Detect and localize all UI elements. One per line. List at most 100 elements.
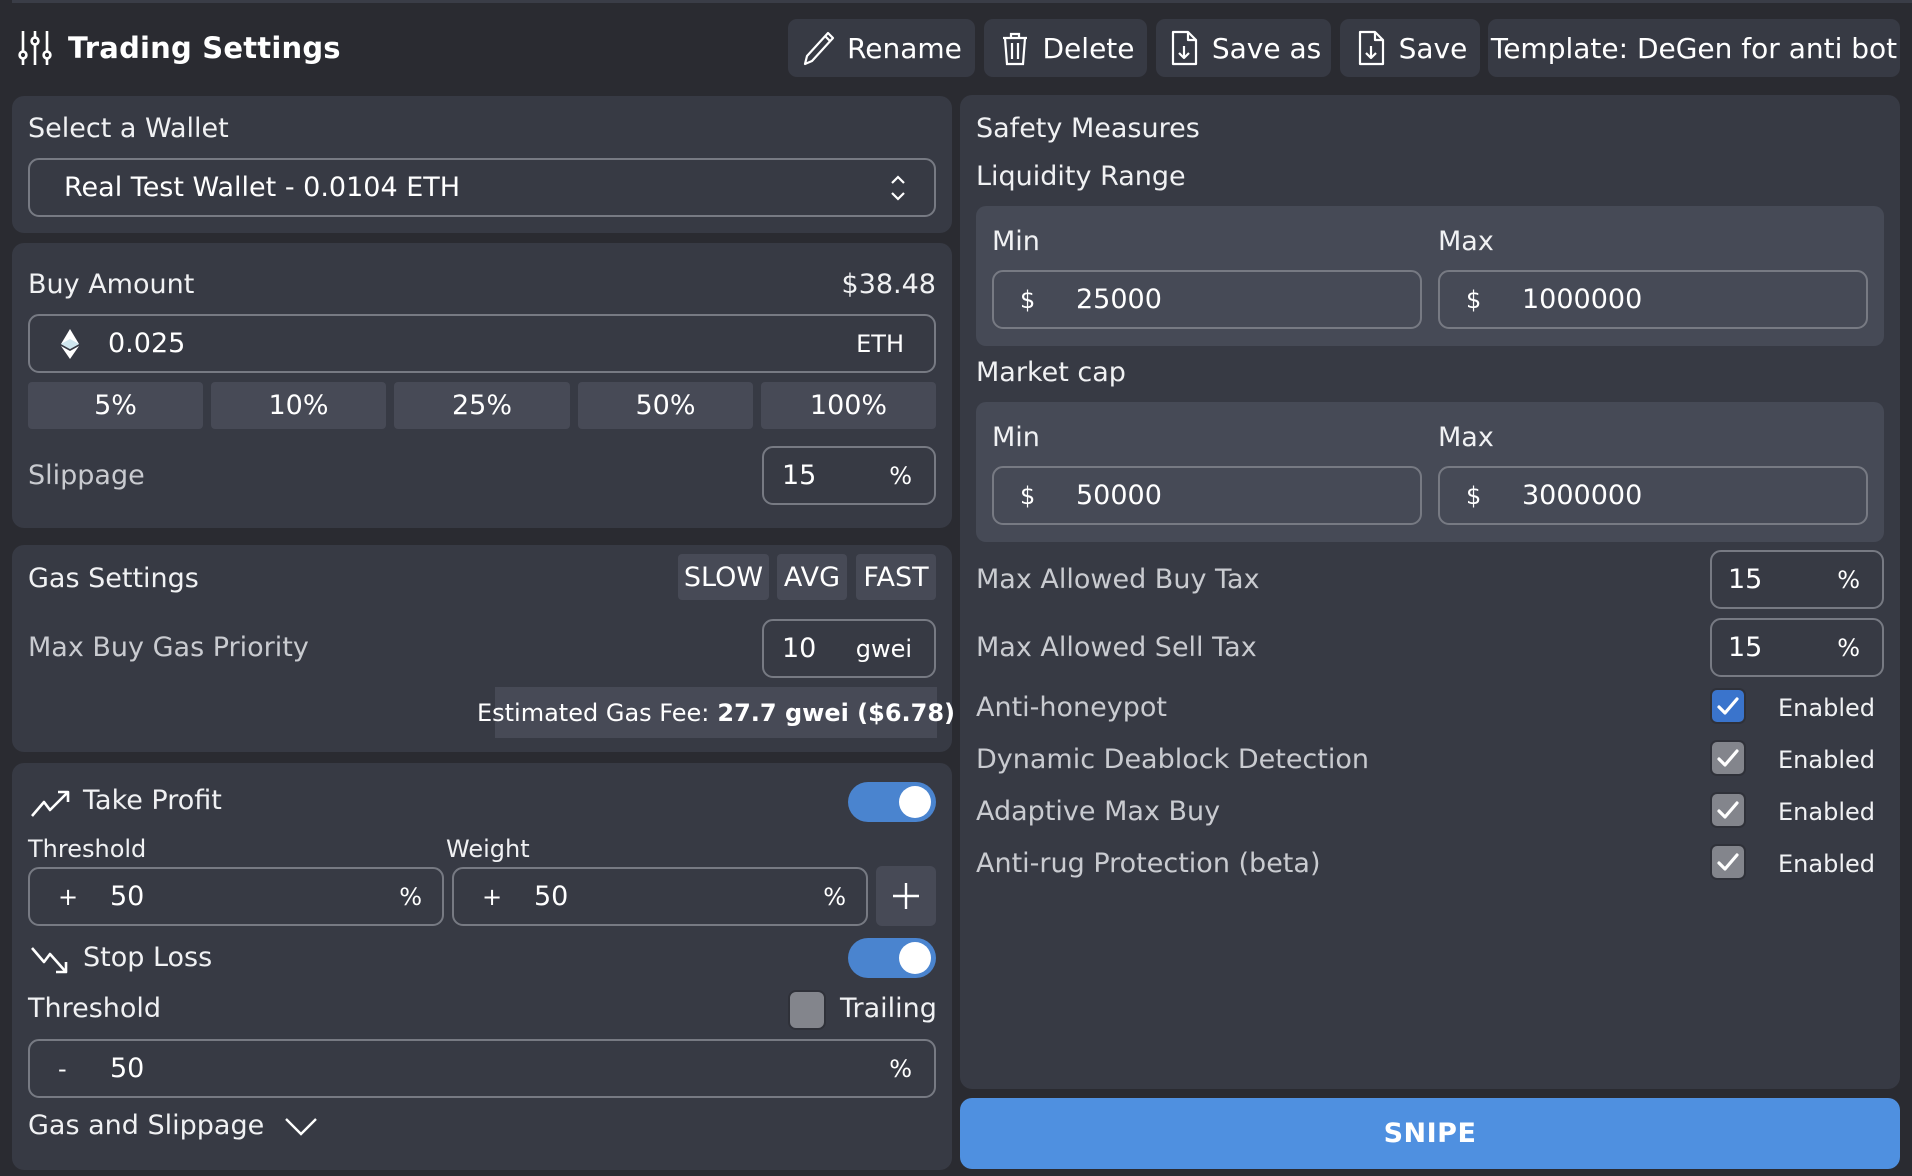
preset-5-button[interactable]: 5% (28, 382, 203, 429)
save-as-button[interactable]: Save as (1156, 19, 1331, 77)
max-gas-priority-label: Max Buy Gas Priority (28, 632, 309, 663)
wallet-select[interactable]: Real Test Wallet - 0.0104 ETH (28, 158, 936, 217)
buy-tax-input[interactable]: 15 % (1710, 550, 1884, 609)
add-take-profit-button[interactable] (876, 866, 936, 926)
estimated-gas-label: Estimated Gas Fee: (476, 698, 710, 727)
market-cap-min-value: 50000 (1076, 480, 1162, 511)
sl-threshold-sign: - (58, 1054, 67, 1083)
sl-threshold-input[interactable]: - 50 % (28, 1039, 936, 1098)
take-profit-toggle[interactable] (848, 782, 936, 822)
tp-threshold-label: Threshold (28, 835, 147, 863)
slippage-label: Slippage (28, 460, 145, 491)
wallet-selected-value: Real Test Wallet - 0.0104 ETH (64, 172, 461, 203)
liquidity-min-input[interactable]: $ 25000 (992, 270, 1422, 329)
max-gas-priority-value: 10 (782, 633, 817, 664)
buy-amount-label: Buy Amount (28, 269, 195, 300)
anti-honeypot-checkbox[interactable] (1710, 688, 1746, 724)
buy-usd-value: $38.48 (841, 269, 936, 300)
anti-rug-checkbox[interactable] (1710, 844, 1746, 880)
rename-button[interactable]: Rename (788, 19, 975, 77)
tp-threshold-unit: % (399, 882, 422, 911)
delete-button[interactable]: Delete (984, 19, 1147, 77)
check-icon (1717, 749, 1739, 767)
buy-amount-input[interactable]: 0.025 ETH (28, 314, 936, 373)
deadblock-state: Enabled (1778, 746, 1875, 774)
liquidity-max-currency: $ (1466, 285, 1482, 314)
page-title: Trading Settings (68, 31, 341, 65)
check-icon (1717, 801, 1739, 819)
snipe-button[interactable]: SNIPE (960, 1098, 1900, 1169)
wallet-label: Select a Wallet (28, 113, 229, 144)
tp-weight-value: 50 (534, 881, 569, 912)
rename-label: Rename (847, 31, 962, 65)
take-profit-label: Take Profit (83, 785, 222, 816)
slippage-value: 15 (782, 460, 817, 491)
slippage-input[interactable]: 15 % (762, 446, 936, 505)
sell-tax-input[interactable]: 15 % (1710, 618, 1884, 677)
anti-honeypot-label: Anti-honeypot (976, 692, 1167, 723)
toggle-knob (899, 786, 931, 818)
market-cap-min-currency: $ (1020, 481, 1036, 510)
file-download-icon (1358, 30, 1384, 66)
liquidity-max-value: 1000000 (1522, 284, 1643, 315)
trash-icon (1002, 32, 1027, 66)
market-cap-max-label: Max (1438, 422, 1494, 453)
sliders-icon (18, 31, 52, 65)
trailing-label: Trailing (840, 993, 937, 1024)
tp-threshold-input[interactable]: + 50 % (28, 867, 444, 926)
buy-tax-label: Max Allowed Buy Tax (976, 564, 1260, 595)
anti-rug-state: Enabled (1778, 850, 1875, 878)
stop-loss-toggle[interactable] (848, 938, 936, 978)
tp-threshold-value: 50 (110, 881, 145, 912)
tp-weight-sign: + (482, 882, 503, 911)
save-button[interactable]: Save (1340, 19, 1480, 77)
buy-tax-unit: % (1837, 565, 1860, 594)
gas-slippage-label: Gas and Slippage (28, 1110, 265, 1141)
liquidity-max-input[interactable]: $ 1000000 (1438, 270, 1868, 329)
market-cap-min-input[interactable]: $ 50000 (992, 466, 1422, 525)
adaptive-max-buy-checkbox[interactable] (1710, 792, 1746, 828)
delete-label: Delete (1042, 31, 1135, 65)
trailing-checkbox[interactable] (788, 990, 826, 1030)
preset-50-button[interactable]: 50% (578, 382, 753, 429)
safety-title: Safety Measures (976, 113, 1200, 144)
adaptive-max-buy-label: Adaptive Max Buy (976, 796, 1221, 827)
template-label: Template: DeGen for anti bot (1490, 31, 1898, 65)
deadblock-label: Dynamic Deablock Detection (976, 744, 1369, 775)
market-cap-min-label: Min (992, 422, 1040, 453)
tp-weight-unit: % (823, 882, 846, 911)
trending-up-icon (31, 790, 70, 817)
gas-fast-button[interactable]: FAST (856, 554, 936, 600)
adaptive-max-buy-state: Enabled (1778, 798, 1875, 826)
market-cap-max-currency: $ (1466, 481, 1482, 510)
preset-100-button[interactable]: 100% (761, 382, 936, 429)
slippage-unit: % (889, 461, 912, 490)
sl-threshold-label: Threshold (28, 993, 162, 1024)
plus-icon (893, 883, 919, 909)
tp-weight-label: Weight (446, 835, 530, 863)
preset-10-button[interactable]: 10% (211, 382, 386, 429)
sell-tax-unit: % (1837, 633, 1860, 662)
sell-tax-value: 15 (1728, 632, 1763, 663)
liquidity-min-value: 25000 (1076, 284, 1162, 315)
sl-threshold-value: 50 (110, 1053, 145, 1084)
preset-25-button[interactable]: 25% (394, 382, 570, 429)
pencil-icon (803, 31, 835, 66)
gas-slippage-expander[interactable]: Gas and Slippage (28, 1110, 318, 1141)
tp-weight-input[interactable]: + 50 % (452, 867, 868, 926)
gas-slow-button[interactable]: SLOW (678, 554, 769, 600)
estimated-gas-fee: Estimated Gas Fee: 27.7 gwei ($6.78) (477, 687, 955, 738)
page-header: Trading Settings (18, 26, 341, 70)
max-gas-priority-input[interactable]: 10 gwei (762, 619, 936, 678)
max-gas-priority-unit: gwei (855, 634, 912, 663)
ethereum-icon (61, 328, 79, 359)
template-button[interactable]: Template: DeGen for anti bot (1488, 19, 1900, 77)
deadblock-checkbox[interactable] (1710, 740, 1746, 776)
trending-down-icon (31, 947, 68, 974)
anti-honeypot-state: Enabled (1778, 694, 1875, 722)
chevron-up-down-icon (891, 174, 905, 201)
market-cap-label: Market cap (976, 357, 1126, 388)
gas-avg-button[interactable]: AVG (777, 554, 847, 600)
market-cap-max-input[interactable]: $ 3000000 (1438, 466, 1868, 525)
liquidity-range-label: Liquidity Range (976, 161, 1186, 192)
